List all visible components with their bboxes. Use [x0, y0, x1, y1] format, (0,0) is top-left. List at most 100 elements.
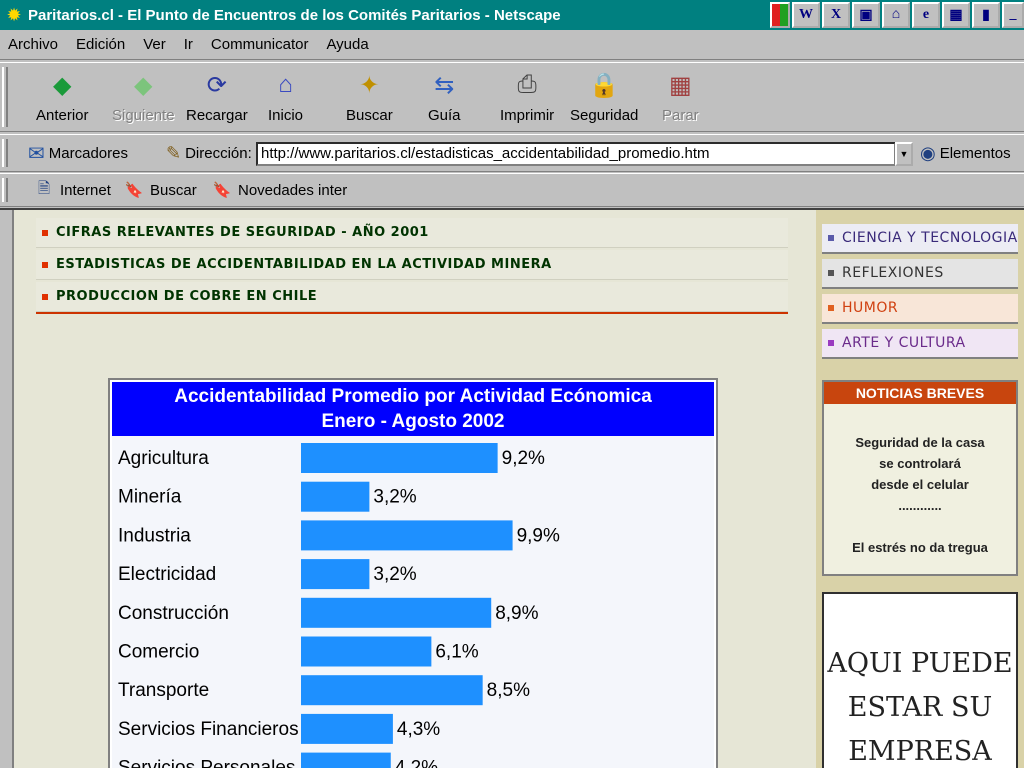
section-link-label: PRODUCCION DE COBRE EN CHILE	[56, 289, 318, 304]
imprimir-label: Imprimir	[500, 107, 555, 124]
value-label: 3,2%	[373, 487, 416, 508]
presentation-icon[interactable]: ▣	[852, 2, 880, 28]
siguiente-button[interactable]: ◆ Siguiente	[112, 69, 175, 125]
guía-button[interactable]: ⇆ Guía	[428, 69, 461, 125]
chart-plot-area: Agricultura 9,2% Minería 3,2% Industria 9,9% E…	[112, 436, 714, 768]
recargar-label: Recargar	[186, 107, 248, 124]
bookmarks-label: Marcadores	[48, 144, 128, 162]
advertising-box[interactable]: AQUI PUEDE ESTAR SU EMPRESA	[822, 592, 1018, 768]
ad-line-2: EMPRESA	[848, 736, 992, 767]
bullet-icon	[42, 229, 48, 236]
parar-icon: ▦	[669, 71, 692, 99]
news-line-2: desde el celular	[871, 477, 969, 492]
office-icon[interactable]: ▮	[972, 2, 1000, 28]
parar-button[interactable]: ▦ Parar	[662, 69, 699, 125]
personal-link-1[interactable]: 🔖 Buscar	[124, 180, 197, 200]
section-link-1[interactable]: ESTADISTICAS DE ACCIDENTABILIDAD EN LA A…	[36, 250, 788, 280]
related-elements-button[interactable]: ◉ Elementos	[920, 143, 1011, 164]
calculator-icon[interactable]: ▦	[942, 2, 970, 28]
section-link-2[interactable]: PRODUCCION DE COBRE EN CHILE	[36, 282, 788, 312]
menu-communicator[interactable]: Communicator	[211, 36, 309, 53]
personal-link-label: Buscar	[150, 181, 197, 199]
bar	[301, 443, 498, 473]
windows-flag-icon[interactable]	[770, 2, 790, 28]
bar	[301, 597, 492, 628]
personal-link-2[interactable]: 🔖 Novedades inter	[212, 180, 348, 200]
toolbar-grip[interactable]	[2, 67, 8, 127]
personal-link-0[interactable]: 🗎 Internet	[34, 180, 111, 200]
section-link-label: ESTADISTICAS DE ACCIDENTABILIDAD EN LA A…	[56, 257, 552, 272]
excel-icon[interactable]: X	[822, 2, 850, 28]
category-label: Electricidad	[118, 564, 216, 585]
bookmark-page-icon: 🔖	[124, 182, 144, 199]
accident-rate-chart: Accidentabilidad Promedio por Actividad …	[108, 378, 718, 768]
right-nav-label: CIENCIA Y TECNOLOGIA	[842, 230, 1018, 246]
right-nav-ciencia-y-tecnologia[interactable]: CIENCIA Y TECNOLOGIA	[822, 224, 1018, 254]
bookmarks-icon: ✉	[28, 142, 45, 165]
anterior-button[interactable]: ◆ Anterior	[36, 69, 89, 125]
siguiente-icon: ◆	[134, 71, 153, 99]
personal-grip[interactable]	[2, 178, 8, 202]
right-nav-humor[interactable]: HUMOR	[822, 294, 1018, 324]
right-nav-label: HUMOR	[842, 300, 899, 316]
bookmarks-button[interactable]: ✉ Marcadores	[28, 141, 128, 166]
bar	[301, 559, 370, 590]
related-elements-icon: ◉	[920, 142, 936, 163]
bar	[301, 752, 391, 768]
seguridad-icon: 🔒	[589, 71, 620, 99]
buscar-icon: ✦	[359, 71, 380, 99]
window-title: Paritarios.cl - El Punto de Encuentros d…	[28, 6, 561, 24]
navigation-toolbar: ◆ Anterior ◆ Siguiente ⟳ Recargar ⌂ Inicio ✦ Busc…	[0, 62, 1024, 132]
menu-archivo[interactable]: Archivo	[8, 36, 58, 53]
recargar-button[interactable]: ⟳ Recargar	[186, 69, 248, 125]
buscar-button[interactable]: ✦ Buscar	[346, 69, 393, 125]
ie-icon[interactable]: e	[912, 2, 940, 28]
menu-ver[interactable]: Ver	[143, 36, 166, 53]
netscape-app-icon[interactable]: ✹	[3, 4, 25, 26]
value-label: 9,2%	[502, 448, 545, 469]
seguridad-button[interactable]: 🔒 Seguridad	[570, 69, 639, 125]
menu-bar: Archivo Edición Ver Ir Communicator Ayuda	[0, 30, 1024, 60]
menu-edición[interactable]: Edición	[76, 36, 125, 53]
value-label: 3,2%	[373, 564, 416, 585]
bullet-icon	[42, 293, 48, 300]
address-label-group: ✎ Dirección:	[166, 143, 252, 164]
minimize-icon[interactable]: _	[1002, 2, 1024, 28]
word-icon[interactable]: W	[792, 2, 820, 28]
menu-ayuda[interactable]: Ayuda	[326, 36, 368, 53]
personal-toolbar: 🗎 Internet 🔖 Buscar 🔖 Novedades inter	[0, 173, 1024, 207]
category-label: Minería	[118, 487, 182, 508]
right-column: CIENCIA Y TECNOLOGIA REFLEXIONES HUMOR ARTE…	[816, 210, 1024, 768]
bar	[301, 713, 393, 744]
news-box-body[interactable]: Seguridad de la casa se controlará desde e…	[824, 404, 1016, 558]
imprimir-icon: ⎙	[517, 71, 537, 98]
imprimir-button[interactable]: ⎙ Imprimir	[500, 69, 554, 124]
bullet-icon	[828, 270, 834, 276]
news-box: NOTICIAS BREVES Seguridad de la casa se c…	[822, 380, 1018, 576]
page-proxy-icon[interactable]: ✎	[166, 143, 181, 164]
personal-link-label: Novedades inter	[238, 181, 348, 199]
right-nav-reflexiones[interactable]: REFLEXIONES	[822, 259, 1018, 289]
category-label: Servicios Financieros	[118, 719, 299, 740]
inicio-button[interactable]: ⌂ Inicio	[268, 69, 303, 124]
section-divider	[36, 312, 788, 314]
chart-header: Accidentabilidad Promedio por Actividad …	[112, 382, 714, 436]
page-left-edge	[0, 210, 14, 768]
chart-subtitle: Enero - Agosto 2002	[321, 411, 505, 432]
url-dropdown-arrow[interactable]: ▼	[895, 142, 913, 166]
value-label: 9,9%	[517, 525, 560, 546]
location-grip[interactable]	[2, 139, 8, 167]
category-label: Agricultura	[118, 448, 209, 469]
right-nav-label: REFLEXIONES	[842, 265, 944, 281]
related-elements-label: Elementos	[939, 144, 1011, 162]
url-input[interactable]: http://www.paritarios.cl/estadisticas_ac…	[256, 142, 896, 166]
bullet-icon	[828, 235, 834, 241]
value-label: 4,3%	[397, 719, 440, 740]
right-nav-arte-y-cultura[interactable]: ARTE Y CULTURA	[822, 329, 1018, 359]
section-link-0[interactable]: CIFRAS RELEVANTES DE SEGURIDAD - AÑO 200…	[36, 218, 788, 248]
bar	[301, 675, 483, 706]
menu-ir[interactable]: Ir	[184, 36, 193, 53]
explorer-icon[interactable]: ⌂	[882, 2, 910, 28]
seguridad-label: Seguridad	[570, 107, 639, 124]
parar-label: Parar	[662, 107, 699, 124]
